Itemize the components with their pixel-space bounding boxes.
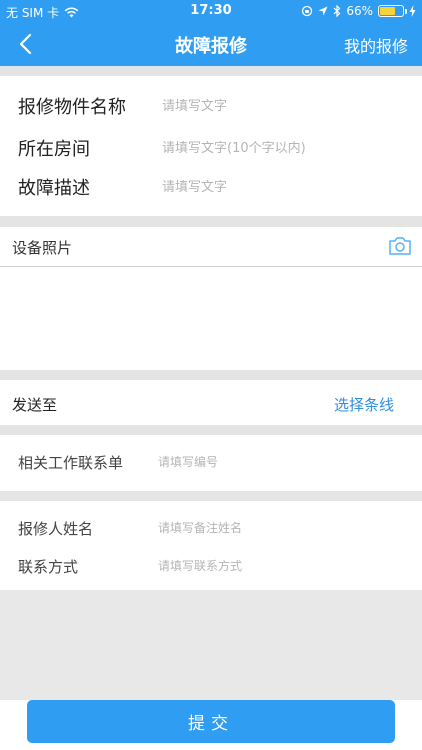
photo-upload-area[interactable] <box>0 268 422 370</box>
reporter-name-input[interactable] <box>158 521 408 535</box>
work-order-label: 相关工作联系单 <box>18 453 124 472</box>
battery-icon <box>378 5 407 17</box>
contact-row: 联系方式 <box>0 553 422 579</box>
work-order-row: 相关工作联系单 <box>0 449 422 475</box>
select-line-button[interactable]: 选择条线 <box>334 394 394 415</box>
work-order-section: 相关工作联系单 <box>0 435 422 491</box>
charging-icon <box>409 5 416 17</box>
photo-section: 设备照片 <box>0 227 422 370</box>
reporter-name-row: 报修人姓名 <box>0 515 422 541</box>
work-order-input[interactable] <box>158 455 408 469</box>
location-icon <box>318 6 328 16</box>
contact-input[interactable] <box>158 559 408 573</box>
photo-label: 设备照片 <box>12 239 73 257</box>
item-name-row: 报修物件名称 <box>0 92 422 120</box>
divider <box>0 370 422 380</box>
room-input[interactable] <box>162 140 408 156</box>
navigation-bar: 故障报修 我的报修 <box>0 22 422 66</box>
bluetooth-icon <box>333 5 341 17</box>
fault-label: 故障描述 <box>18 178 90 199</box>
reporter-section: 报修人姓名 联系方式 <box>0 501 422 590</box>
repair-info-section: 报修物件名称 所在房间 故障描述 <box>0 76 422 216</box>
photo-header: 设备照片 <box>0 227 422 267</box>
send-to-label: 发送至 <box>12 396 58 414</box>
status-right: 66% <box>301 4 416 18</box>
reporter-name-label: 报修人姓名 <box>18 519 94 538</box>
battery-fill <box>380 7 395 15</box>
divider <box>0 425 422 435</box>
contact-label: 联系方式 <box>18 557 79 576</box>
divider <box>0 491 422 501</box>
room-label: 所在房间 <box>18 139 90 160</box>
status-bar: 无 SIM 卡 17:30 66% <box>0 0 422 22</box>
submit-button[interactable]: 提交 <box>27 700 395 743</box>
divider <box>0 66 422 76</box>
camera-icon[interactable] <box>388 235 412 257</box>
submit-area: 提交 <box>0 700 422 750</box>
fault-input[interactable] <box>162 179 408 195</box>
fault-row: 故障描述 <box>0 173 422 201</box>
send-to-row: 发送至 选择条线 <box>0 380 422 425</box>
my-repairs-link[interactable]: 我的报修 <box>344 33 408 57</box>
item-name-input[interactable] <box>162 98 408 114</box>
divider <box>0 216 422 227</box>
battery-percent: 66% <box>346 4 373 18</box>
room-row: 所在房间 <box>0 134 422 162</box>
item-name-label: 报修物件名称 <box>18 97 126 118</box>
rotation-lock-icon <box>302 5 313 17</box>
